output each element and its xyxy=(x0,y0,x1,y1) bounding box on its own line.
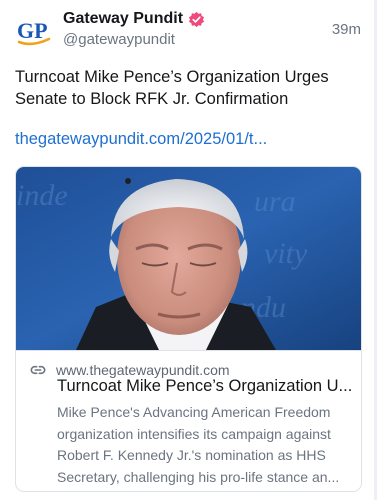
link-preview-details: www.thegatewaypundit.com Turncoat Mike P… xyxy=(16,350,361,491)
post-text: Turncoat Mike Pence’s Organization Urges… xyxy=(15,68,329,108)
author-handle[interactable]: @gatewaypundit xyxy=(63,31,205,48)
svg-text:ura: ura xyxy=(254,185,296,218)
post-link[interactable]: thegatewaypundit.com/2025/01/t... xyxy=(15,130,365,149)
svg-text:GP: GP xyxy=(17,18,48,43)
avatar[interactable]: GP xyxy=(14,12,54,52)
link-icon xyxy=(30,362,46,378)
link-domain: www.thegatewaypundit.com xyxy=(56,362,230,378)
svg-text:inde: inde xyxy=(16,179,68,212)
svg-text:vity: vity xyxy=(264,237,308,270)
link-title[interactable]: Turncoat Mike Pence’s Organization U... xyxy=(57,377,355,396)
link-preview-card[interactable]: inde ura vity ndu www.thegatewaypundit.c… xyxy=(15,166,362,492)
author-block: Gateway Pundit @gatewaypundit xyxy=(63,9,205,48)
author-name[interactable]: Gateway Pundit xyxy=(63,10,183,28)
verified-badge-icon xyxy=(188,11,205,28)
post-timestamp[interactable]: 39m xyxy=(332,21,361,38)
post-item[interactable]: GP Gateway Pundit @gatewaypundit 39m Tur… xyxy=(0,0,377,500)
gateway-pundit-logo: GP xyxy=(17,18,51,46)
link-description: Mike Pence's Advancing American Freedom … xyxy=(57,404,340,485)
article-thumbnail-image: inde ura vity ndu xyxy=(16,167,361,350)
